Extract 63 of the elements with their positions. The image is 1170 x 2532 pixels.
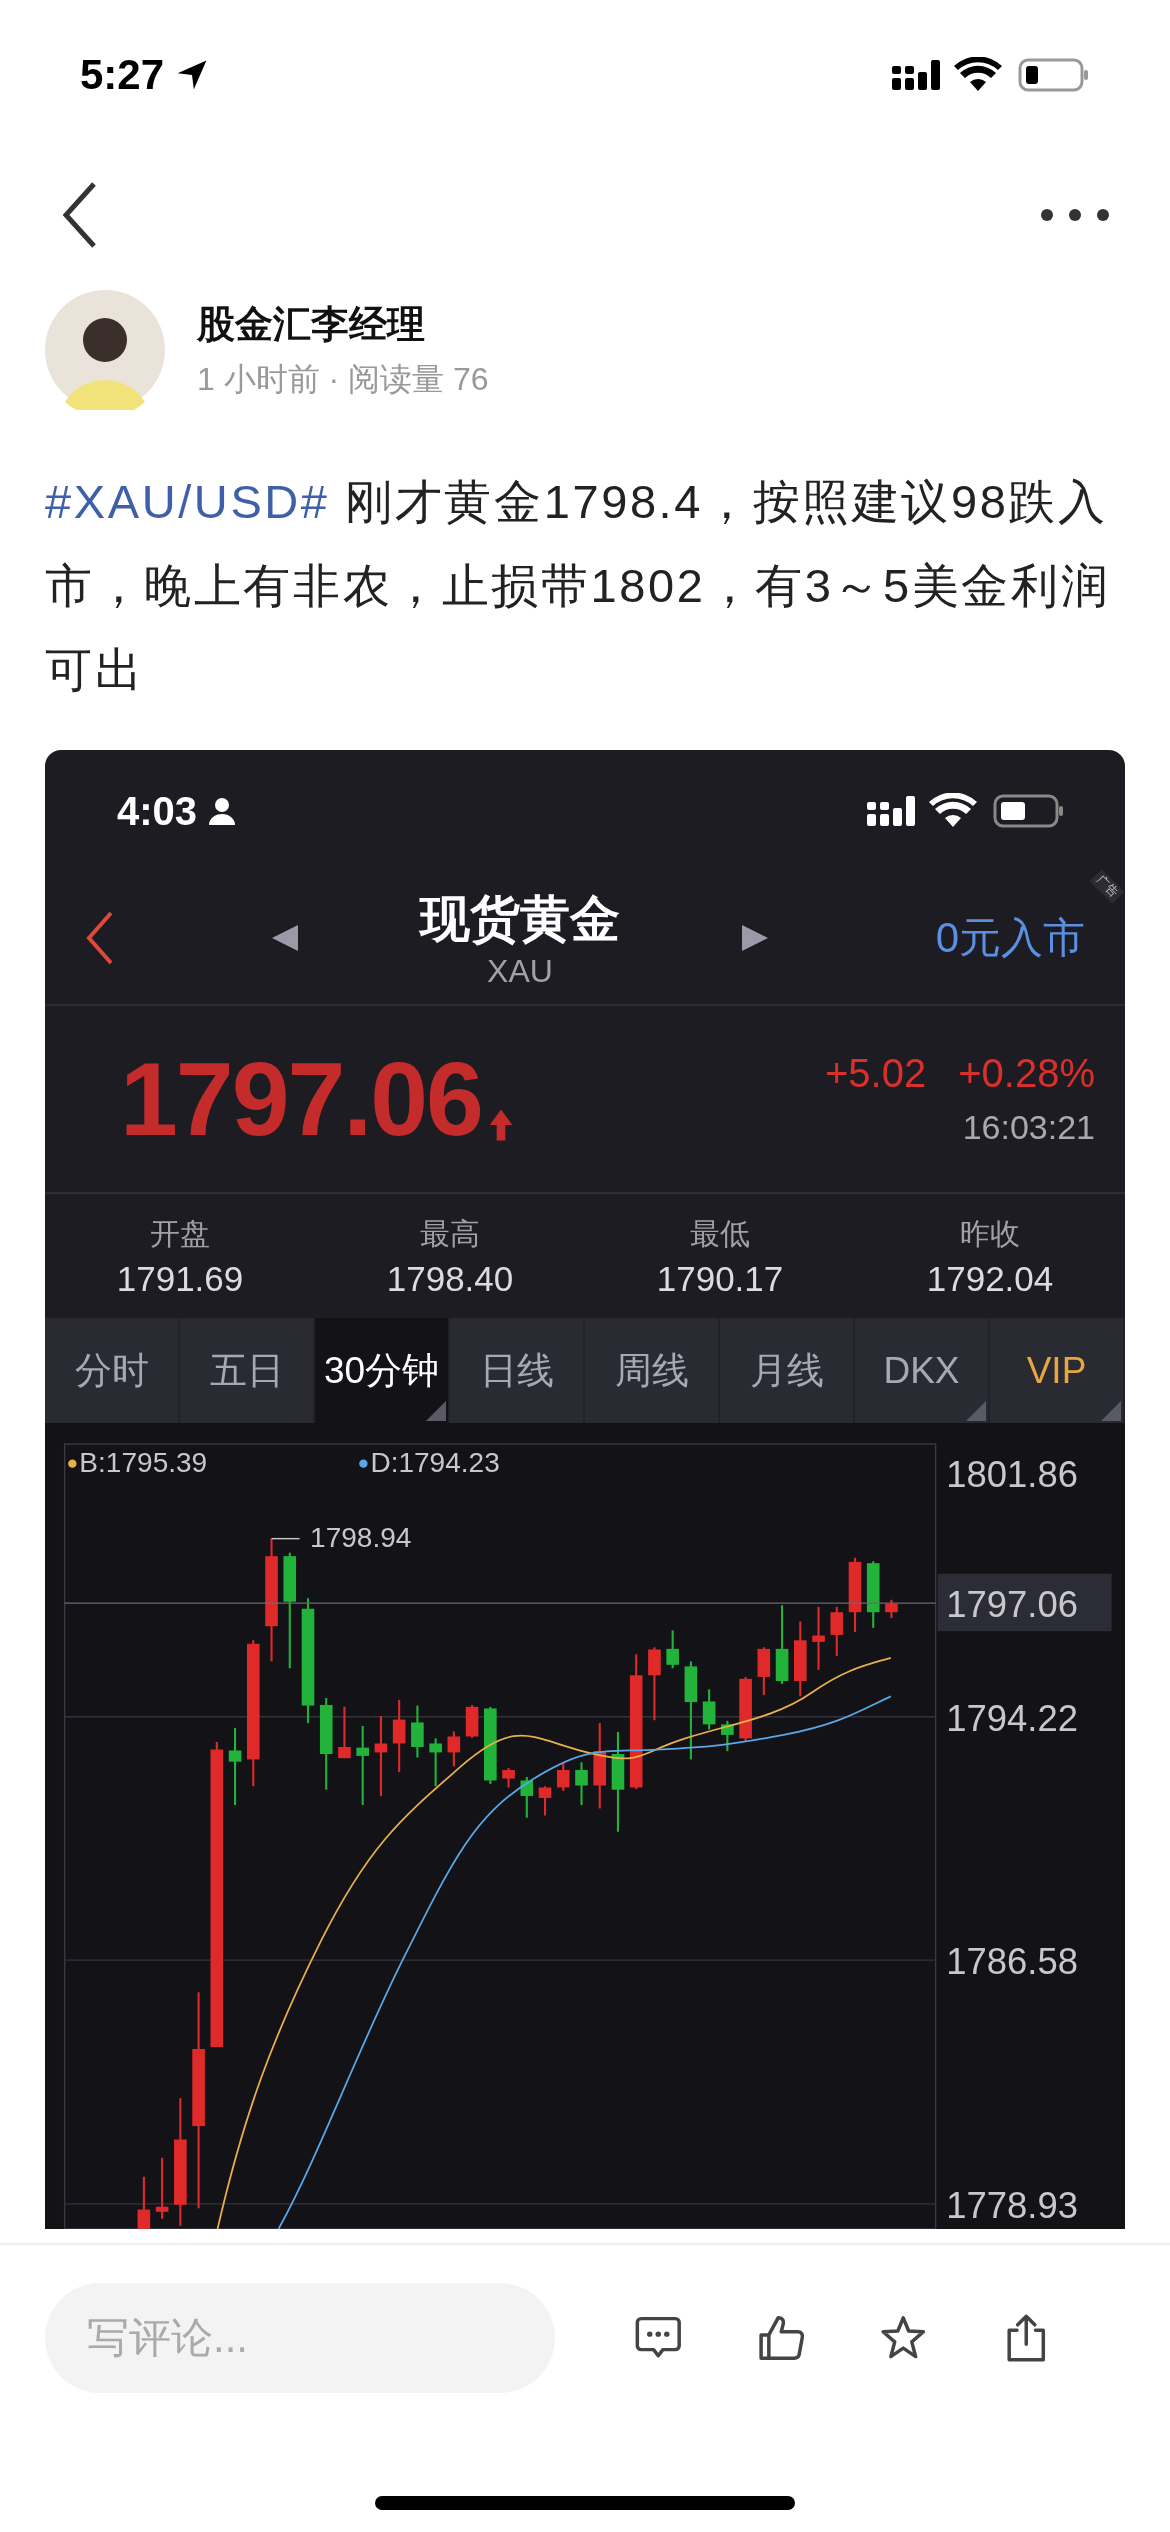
candle <box>885 1599 898 1618</box>
candle <box>812 1606 825 1670</box>
stat-value: 1790.17 <box>656 1258 784 1299</box>
current-price-tag: 1797.06 <box>937 1573 1112 1632</box>
candle <box>155 2157 169 2219</box>
status-time: 4:03 <box>117 788 198 834</box>
high-price-label: 1798.94 <box>310 1522 412 1554</box>
candle <box>502 1768 515 1788</box>
candle <box>666 1630 679 1669</box>
price-change: +5.02 <box>825 1051 927 1096</box>
candle <box>520 1776 534 1818</box>
post-meta: 1 小时前 · 阅读量 76 <box>197 359 489 399</box>
author-name[interactable]: 股金汇李经理 <box>197 298 489 350</box>
candle <box>702 1689 716 1730</box>
more-icon[interactable] <box>1040 208 1110 222</box>
percent-change: +0.28% <box>958 1051 1095 1096</box>
stat-label: 最低 <box>690 1215 750 1252</box>
leader-line <box>270 1537 301 1540</box>
chart-tab[interactable]: 30分钟 <box>315 1318 450 1423</box>
avatar[interactable] <box>45 290 165 410</box>
candle <box>137 2176 151 2229</box>
candle <box>757 1647 771 1696</box>
status-time: 5:27 <box>80 51 165 99</box>
candle <box>538 1786 552 1816</box>
stat-label: 最高 <box>420 1215 480 1252</box>
candle <box>429 1738 442 1787</box>
axis-label: 1794.22 <box>946 1697 1078 1739</box>
person-icon <box>207 796 238 826</box>
legend-label: B:1795.39 <box>79 1447 208 1479</box>
quote-time: 16:03:21 <box>962 1108 1095 1147</box>
battery-icon <box>1018 57 1090 93</box>
previous-icon[interactable] <box>270 923 300 953</box>
symbol-code: XAU <box>487 953 553 990</box>
wifi-icon <box>929 793 977 829</box>
ad-badge: 广告 <box>1089 869 1125 904</box>
battery-icon <box>993 793 1065 829</box>
axis-label: 1778.93 <box>946 2184 1078 2226</box>
axis-label: 1801.86 <box>946 1454 1078 1496</box>
hashtag-link[interactable]: #XAU/USD# <box>45 475 330 528</box>
stat-label: 开盘 <box>150 1215 210 1252</box>
candle <box>411 1705 424 1758</box>
stat-value: 1792.04 <box>926 1258 1054 1299</box>
candle <box>866 1561 880 1628</box>
axis-label: 1786.58 <box>946 1941 1078 1983</box>
trade-link[interactable]: 0元入市 <box>935 910 1085 966</box>
candle <box>447 1731 461 1767</box>
current-price: 1797.06 <box>120 1039 482 1159</box>
candle <box>556 1762 570 1791</box>
stat-label: 昨收 <box>960 1215 1020 1252</box>
next-icon[interactable] <box>740 923 770 953</box>
page-title: 现货黄金 <box>420 890 620 949</box>
wifi-icon <box>954 57 1002 93</box>
candle <box>575 1762 588 1805</box>
candle <box>721 1720 734 1752</box>
candle <box>465 1704 479 1738</box>
stat-value: 1791.69 <box>116 1258 244 1299</box>
post-text: #XAU/USD# 刚才黄金1798.4，按照建议98跌入市，晚上有非农，止损带1802，有3～5美金利润可出 <box>45 474 1112 698</box>
candle <box>338 1706 351 1759</box>
legend-label: D:1794.23 <box>370 1447 500 1479</box>
candle <box>739 1676 752 1742</box>
comment-field[interactable]: 写评论... <box>45 2283 555 2393</box>
candle <box>830 1606 844 1656</box>
stat-value: 1798.40 <box>386 1258 514 1299</box>
